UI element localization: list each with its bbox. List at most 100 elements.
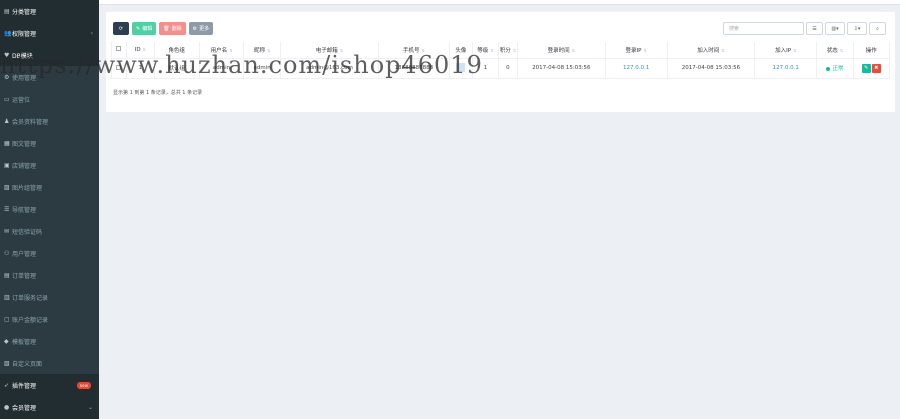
row-delete-button[interactable]: ✖ xyxy=(871,63,881,73)
col-login-time[interactable]: 登录时间 ⇅ xyxy=(517,42,606,59)
edit-button[interactable]: ✎ 编辑 xyxy=(132,22,157,35)
col-avatar[interactable]: 头像 xyxy=(448,42,474,59)
col-join-time[interactable]: 加入时间 ⇅ xyxy=(666,42,756,59)
sidebar-item-12[interactable]: ▤ 订单管理 xyxy=(0,264,99,286)
cell-mobile: 13888888888 xyxy=(378,57,450,79)
sidebar-item-16[interactable]: ▧ 自定义页面 xyxy=(0,352,99,374)
sidebar-item-label: 运营位 xyxy=(12,96,31,104)
col-score[interactable]: 积分 ⇅ xyxy=(497,42,519,59)
sidebar-item-5[interactable]: ♟ 会员资料管理 xyxy=(0,110,99,132)
sidebar-item-label: 导航管理 xyxy=(12,206,37,214)
sms-icon: ✉ xyxy=(4,227,10,235)
sidebar-item-3[interactable]: ⚙ 使用管理 xyxy=(0,66,99,88)
cell-join-time: 2017-04-08 15:03:56 xyxy=(666,57,756,79)
cell-login-ip[interactable]: 127.0.0.1 xyxy=(604,57,668,79)
sidebar-item-label: 权限管理 xyxy=(12,30,37,38)
toggle-view-button[interactable]: ☰ xyxy=(806,22,823,35)
refresh-button[interactable]: ⟳ xyxy=(113,22,129,35)
col-username[interactable]: 用户名 ⇅ xyxy=(198,42,245,59)
avatar[interactable] xyxy=(456,62,466,72)
cell-join-ip[interactable]: 127.0.0.1 xyxy=(754,57,818,79)
sidebar: ▤ 分类管理 👥 权限管理 ‹ ♥ DB模块 ⚙ 使用管理 ▭ 运营位 ♟ 会员资料管理 ▦ 图文管理 ▣ 店铺… xyxy=(0,0,99,419)
cell-nickname: admin xyxy=(243,57,281,79)
col-email[interactable]: 电子邮箱 ⇅ xyxy=(279,42,380,59)
row-checkbox[interactable] xyxy=(111,57,127,79)
sidebar-item-18[interactable]: ● 会员管理 ⌄ xyxy=(0,396,99,418)
sidebar-item-1[interactable]: 👥 权限管理 ‹ xyxy=(0,22,99,44)
box-icon: ▭ xyxy=(4,95,10,103)
sidebar-item-8[interactable]: ▨ 图片组管理 xyxy=(0,176,99,198)
col-login-ip[interactable]: 登录IP ⇅ xyxy=(604,42,668,59)
people-icon: ⚇ xyxy=(4,249,10,257)
col-actions: 操作 xyxy=(852,42,891,59)
sidebar-item-7[interactable]: ▣ 店铺管理 xyxy=(0,154,99,176)
advanced-search-button[interactable]: ⌕ xyxy=(869,22,886,35)
sidebar-item-0[interactable]: ▤ 分类管理 xyxy=(0,0,99,22)
col-mobile[interactable]: 手机号 ⇅ xyxy=(378,42,450,59)
search-input[interactable]: 搜索 xyxy=(723,22,804,35)
select-all-checkbox[interactable] xyxy=(111,42,127,59)
col-nickname[interactable]: 昵称 ⇅ xyxy=(243,42,281,59)
sidebar-item-label: 使用管理 xyxy=(12,74,37,82)
col-status[interactable]: 状态 ⇅ xyxy=(816,42,854,59)
cog-icon: ⚙ xyxy=(192,25,198,32)
cell-username: admin xyxy=(198,57,245,79)
status-dot-icon xyxy=(826,66,831,71)
sidebar-item-label: 图文管理 xyxy=(12,140,37,148)
col-join-ip[interactable]: 加入IP ⇅ xyxy=(754,42,818,59)
member-icon: ● xyxy=(4,403,10,411)
more-button[interactable]: ⚙ 更多 xyxy=(188,22,214,35)
sidebar-item-label: 模板管理 xyxy=(12,338,37,346)
more-label: 更多 xyxy=(199,26,210,32)
sidebar-item-label: DB模块 xyxy=(12,52,33,60)
pagination-info: 显示第 1 到第 1 条记录，总共 1 条记录 xyxy=(113,90,203,96)
sidebar-item-10[interactable]: ✉ 短信验证码 xyxy=(0,220,99,242)
cell-status: 正常 xyxy=(816,57,854,79)
sidebar-item-label: 订单服务记录 xyxy=(12,294,49,302)
new-badge: new xyxy=(76,381,91,389)
col-level[interactable]: 等级 ⇅ xyxy=(472,42,499,59)
status-badge: 正常 xyxy=(832,66,844,72)
sidebar-item-15[interactable]: ◆ 模板管理 xyxy=(0,330,99,352)
top-header-strip xyxy=(99,0,900,5)
sidebar-item-13[interactable]: ▥ 订单服务记录 xyxy=(0,286,99,308)
chevron-icon: ⌄ xyxy=(87,403,93,411)
wallet-icon: ▢ xyxy=(4,315,10,323)
user-table: ID ⇅ 角色组 用户名 ⇅ 昵称 ⇅ 电子邮箱 ⇅ 手机号 ⇅ 头像 等级 ⇅ 积分 ⇅ 登… xyxy=(111,42,891,79)
sidebar-item-label: 会员管理 xyxy=(12,404,37,412)
columns-button[interactable]: ▥▾ xyxy=(825,22,845,35)
search-icon: ⌕ xyxy=(876,25,879,32)
group-icon: 👥 xyxy=(4,29,12,37)
sidebar-item-label: 图片组管理 xyxy=(12,184,43,192)
table-icon: ▦ xyxy=(4,139,10,147)
sidebar-item-label: 订单管理 xyxy=(12,272,37,280)
table-header-row: ID ⇅ 角色组 用户名 ⇅ 昵称 ⇅ 电子邮箱 ⇅ 手机号 ⇅ 头像 等级 ⇅ 积分 ⇅ 登… xyxy=(111,42,891,59)
cell-avatar[interactable] xyxy=(448,57,474,79)
toolbar: ⟳ ✎ 编辑 🗑 删除 ⚙ 更多 xyxy=(113,22,214,35)
cell-score: 0 xyxy=(497,57,519,79)
cell-role: 默认组 xyxy=(153,57,200,79)
delete-button[interactable]: 🗑 删除 xyxy=(159,22,186,35)
export-button[interactable]: ⇩▾ xyxy=(847,22,867,35)
store-icon: ▣ xyxy=(4,161,10,169)
col-role[interactable]: 角色组 xyxy=(153,42,200,59)
cell-email: admin@163.com xyxy=(279,57,380,79)
rocket-icon: ➶ xyxy=(4,381,10,389)
sidebar-item-9[interactable]: ☰ 导航管理 xyxy=(0,198,99,220)
sidebar-item-17[interactable]: ➶ 插件管理 new xyxy=(0,374,99,396)
sidebar-item-14[interactable]: ▢ 账户金额记录 xyxy=(0,308,99,330)
sidebar-item-11[interactable]: ⚇ 用户管理 xyxy=(0,242,99,264)
col-id[interactable]: ID ⇅ xyxy=(125,42,155,59)
sidebar-item-4[interactable]: ▭ 运营位 xyxy=(0,88,99,110)
list-view-icon: ☰ xyxy=(812,25,817,32)
sidebar-item-label: 自定义页面 xyxy=(12,360,43,368)
cell-actions: ✎ ✖ xyxy=(852,57,891,79)
table-row[interactable]: 1 默认组 admin admin admin@163.com 13888888… xyxy=(111,57,891,79)
sidebar-item-6[interactable]: ▦ 图文管理 xyxy=(0,132,99,154)
row-edit-button[interactable]: ✎ xyxy=(861,63,871,73)
edit-label: 编辑 xyxy=(142,26,153,32)
sidebar-item-2[interactable]: ♥ DB模块 xyxy=(0,44,99,66)
sidebar-item-label: 店铺管理 xyxy=(12,162,37,170)
trash-icon: 🗑 xyxy=(163,25,170,32)
template-icon: ◆ xyxy=(4,337,9,345)
